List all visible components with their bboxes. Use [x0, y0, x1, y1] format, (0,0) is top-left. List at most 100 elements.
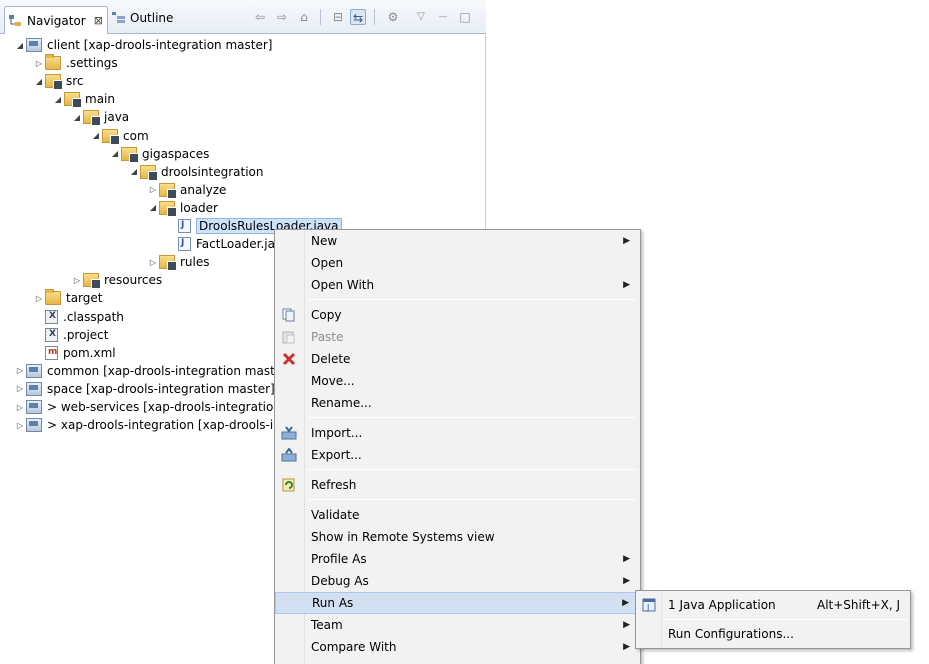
collapse-arrow-icon[interactable]: ◢ — [14, 41, 26, 50]
menu-item-debug-as[interactable]: Debug As ▶ — [275, 570, 640, 592]
run-as-java-application[interactable]: J 1 Java Application Alt+Shift+X, J — [636, 593, 910, 617]
xml-file-icon — [45, 309, 58, 324]
menu-separator — [307, 499, 637, 500]
tree-item-label: .project — [63, 327, 109, 342]
tree-item[interactable]: ◢ droolsintegration — [128, 163, 263, 181]
package-folder-icon — [83, 273, 101, 290]
menu-item-label: Refresh — [311, 478, 357, 492]
view-menu-icon[interactable]: ▽ — [413, 9, 429, 25]
tree-item[interactable]: ◢ loader — [147, 199, 218, 217]
menu-item-show-in-remote-systems-view[interactable]: Show in Remote Systems view — [275, 526, 640, 548]
menu-item-compare-with[interactable]: Compare With ▶ — [275, 636, 640, 658]
folder-icon — [45, 54, 61, 71]
tree-item[interactable]: ◢ com — [90, 127, 149, 145]
view-tab-bar: Navigator ⊠ Outline ⇦ ⇨ ⌂ ⊟ ⇆ ⚙ ▽ — □ — [0, 0, 486, 34]
refresh-icon — [281, 477, 297, 493]
tree-item[interactable]: ▷ common [xap-drools-integration master] — [14, 362, 292, 380]
eclipse-window: Navigator ⊠ Outline ⇦ ⇨ ⌂ ⊟ ⇆ ⚙ ▽ — □ ◢ c… — [0, 0, 929, 664]
link-with-editor-icon[interactable]: ⇆ — [350, 9, 366, 25]
package-folder-icon — [140, 164, 158, 181]
menu-item-run-as[interactable]: Run As ▶ — [275, 592, 640, 614]
outline-icon — [112, 12, 126, 24]
menu-item-copy[interactable]: Copy — [275, 304, 640, 326]
menu-item-profile-as[interactable]: Profile As ▶ — [275, 548, 640, 570]
close-icon[interactable]: ⊠ — [94, 14, 103, 27]
menu-item-validate[interactable]: Validate — [275, 504, 640, 526]
collapse-arrow-icon[interactable]: ◢ — [33, 77, 45, 86]
tree-item-label: analyze — [180, 182, 227, 197]
menu-item-open-with[interactable]: Open With ▶ — [275, 274, 640, 296]
tree-item-label: gigaspaces — [142, 146, 210, 161]
menu-item-label: Team — [311, 618, 343, 632]
collapse-arrow-icon[interactable]: ◢ — [109, 149, 121, 158]
menu-item-label: Delete — [311, 352, 351, 366]
menu-item-open[interactable]: Open — [275, 252, 640, 274]
menu-separator — [307, 299, 637, 300]
tab-navigator[interactable]: Navigator ⊠ — [4, 6, 108, 34]
tree-item[interactable]: ◢ gigaspaces — [109, 145, 209, 163]
tree-item[interactable]: .project — [33, 326, 108, 344]
submenu-arrow-icon: ▶ — [623, 554, 630, 564]
run-configurations-item[interactable]: Run Configurations... — [636, 622, 910, 646]
tree-item[interactable]: ▷ .settings — [33, 54, 118, 72]
tree-item[interactable]: ▷ target — [33, 289, 103, 307]
menu-item-new[interactable]: New ▶ — [275, 230, 640, 252]
submenu-arrow-icon: ▶ — [623, 280, 630, 290]
collapse-arrow-icon[interactable]: ◢ — [71, 113, 83, 122]
tree-item[interactable]: ◢ main — [52, 90, 115, 109]
menu-item-move[interactable]: Move... — [275, 370, 640, 392]
tree-item[interactable]: ◢ client [xap-drools-integration master] — [14, 36, 272, 54]
tree-item[interactable]: ▷ rules — [147, 253, 210, 272]
menu-item-export[interactable]: Export... — [275, 444, 640, 466]
collapse-arrow-icon[interactable]: ◢ — [90, 131, 102, 140]
expand-arrow-icon[interactable]: ▷ — [14, 403, 26, 412]
filter-icon[interactable]: ⚙ — [385, 9, 401, 25]
expand-arrow-icon[interactable]: ▷ — [14, 366, 26, 375]
tree-item[interactable]: ◢ java — [71, 108, 130, 127]
tree-item-label: .classpath — [63, 309, 124, 324]
menu-item-refresh[interactable]: Refresh — [275, 474, 640, 496]
submenu-arrow-icon: ▶ — [623, 576, 630, 586]
package-folder-icon — [121, 146, 139, 163]
maximize-icon[interactable]: □ — [457, 9, 473, 25]
collapse-arrow-icon[interactable]: ◢ — [128, 167, 140, 176]
tab-outline-label: Outline — [130, 11, 174, 25]
tree-item[interactable]: ▷ resources — [71, 271, 162, 290]
collapse-arrow-icon[interactable]: ◢ — [147, 203, 159, 212]
tree-item-label: rules — [180, 255, 210, 270]
tree-item-label: java — [104, 110, 130, 125]
menu-item-rename[interactable]: Rename... — [275, 392, 640, 414]
menu-item-label: Open — [311, 256, 344, 270]
minimize-icon[interactable]: — — [435, 9, 451, 25]
tree-item[interactable]: ◢ src — [33, 72, 84, 91]
collapse-arrow-icon[interactable]: ◢ — [52, 95, 64, 104]
expand-arrow-icon[interactable]: ▷ — [147, 185, 159, 194]
tree-item[interactable]: pom.xml — [33, 344, 116, 362]
collapse-all-icon[interactable]: ⊟ — [330, 9, 346, 25]
expand-arrow-icon[interactable]: ▷ — [33, 294, 45, 303]
expand-arrow-icon[interactable]: ▷ — [33, 59, 45, 68]
delete-icon — [281, 351, 297, 367]
menu-item-import[interactable]: Import... — [275, 422, 640, 444]
forward-icon[interactable]: ⇨ — [274, 9, 290, 25]
expand-arrow-icon[interactable]: ▷ — [14, 421, 26, 430]
package-folder-icon — [64, 92, 82, 109]
tree-item[interactable]: .classpath — [33, 308, 124, 326]
import-icon — [281, 425, 297, 441]
home-icon[interactable]: ⌂ — [296, 9, 312, 25]
accelerator-label: Alt+Shift+X, J — [817, 598, 901, 612]
tree-item[interactable]: FactLoader.java — [166, 235, 289, 253]
expand-arrow-icon[interactable]: ▷ — [147, 258, 159, 267]
tree-item[interactable]: ▷ space [xap-drools-integration master] — [14, 380, 275, 398]
menu-item-delete[interactable]: Delete — [275, 348, 640, 370]
back-icon[interactable]: ⇦ — [252, 9, 268, 25]
expand-arrow-icon[interactable]: ▷ — [14, 384, 26, 393]
menu-item-team[interactable]: Team ▶ — [275, 614, 640, 636]
expand-arrow-icon[interactable]: ▷ — [71, 276, 83, 285]
menu-item-label: Compare With — [311, 640, 397, 654]
project-icon — [26, 38, 42, 52]
package-folder-icon — [159, 182, 177, 199]
tab-outline[interactable]: Outline — [108, 7, 177, 29]
tree-item[interactable]: ▷ analyze — [147, 181, 226, 199]
menu-item-paste: Paste — [275, 326, 640, 348]
